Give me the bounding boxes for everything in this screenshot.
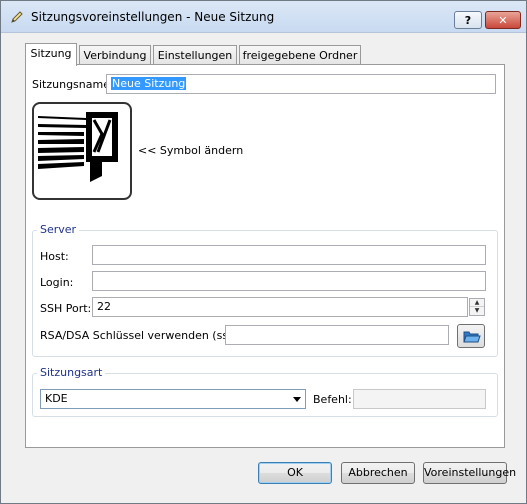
close-button[interactable]: ✕ [485,11,521,29]
session-name-label: Sitzungsname: [32,78,114,91]
ok-button[interactable]: OK [258,462,332,484]
dialog-window: Sitzungsvoreinstellungen - Neue Sitzung … [0,0,527,504]
folder-open-icon [463,329,481,347]
host-input[interactable] [92,245,486,265]
login-label: Login: [40,276,74,289]
tab-label: Verbindung [83,49,147,62]
server-group-title: Server [37,223,80,236]
cancel-button[interactable]: Abbrechen [341,462,415,484]
spin-up-icon[interactable]: ▲ [470,299,484,307]
tab-freigegebene-ordner[interactable]: freigegebene Ordner [239,45,361,65]
session-type-select[interactable]: KDE [40,389,306,409]
browse-key-button[interactable] [457,324,485,348]
defaults-button[interactable]: Voreinstellungen [423,462,516,484]
session-name-value: Neue Sitzung [111,77,187,90]
session-type-group-title: Sitzungsart [37,366,106,379]
tab-label: freigegebene Ordner [242,49,358,62]
tab-sitzung[interactable]: Sitzung [25,43,77,66]
chevron-down-icon [293,397,301,402]
title-bar: Sitzungsvoreinstellungen - Neue Sitzung … [1,1,526,33]
session-name-input[interactable]: Neue Sitzung [106,74,496,94]
tab-label: Einstellungen [157,49,233,62]
spin-down-icon[interactable]: ▼ [470,307,484,315]
rsa-key-label: RSA/DSA Schlüssel verwenden (ssh): [40,329,244,342]
rsa-key-input[interactable] [225,325,449,345]
help-button[interactable]: ? [454,11,482,29]
command-input[interactable] [353,389,486,409]
login-input[interactable] [92,271,486,291]
tab-einstellungen[interactable]: Einstellungen [153,45,237,65]
command-label: Befehl: [313,393,352,406]
session-icon[interactable] [32,102,132,200]
session-type-value: KDE [45,392,68,405]
tab-panel-sitzung: Sitzungsname: Neue Sitzung << Symbol änd… [25,64,505,448]
ssh-port-label: SSH Port: [40,302,92,315]
tab-label: Sitzung [30,47,72,60]
host-label: Host: [40,250,69,263]
window-title: Sitzungsvoreinstellungen - Neue Sitzung [31,10,275,24]
ssh-port-input[interactable]: 22 [92,297,468,317]
pencil-icon [10,10,24,24]
ssh-port-spinner[interactable]: ▲ ▼ [469,298,485,316]
tab-verbindung[interactable]: Verbindung [79,45,151,65]
change-icon-link[interactable]: << Symbol ändern [138,144,243,157]
